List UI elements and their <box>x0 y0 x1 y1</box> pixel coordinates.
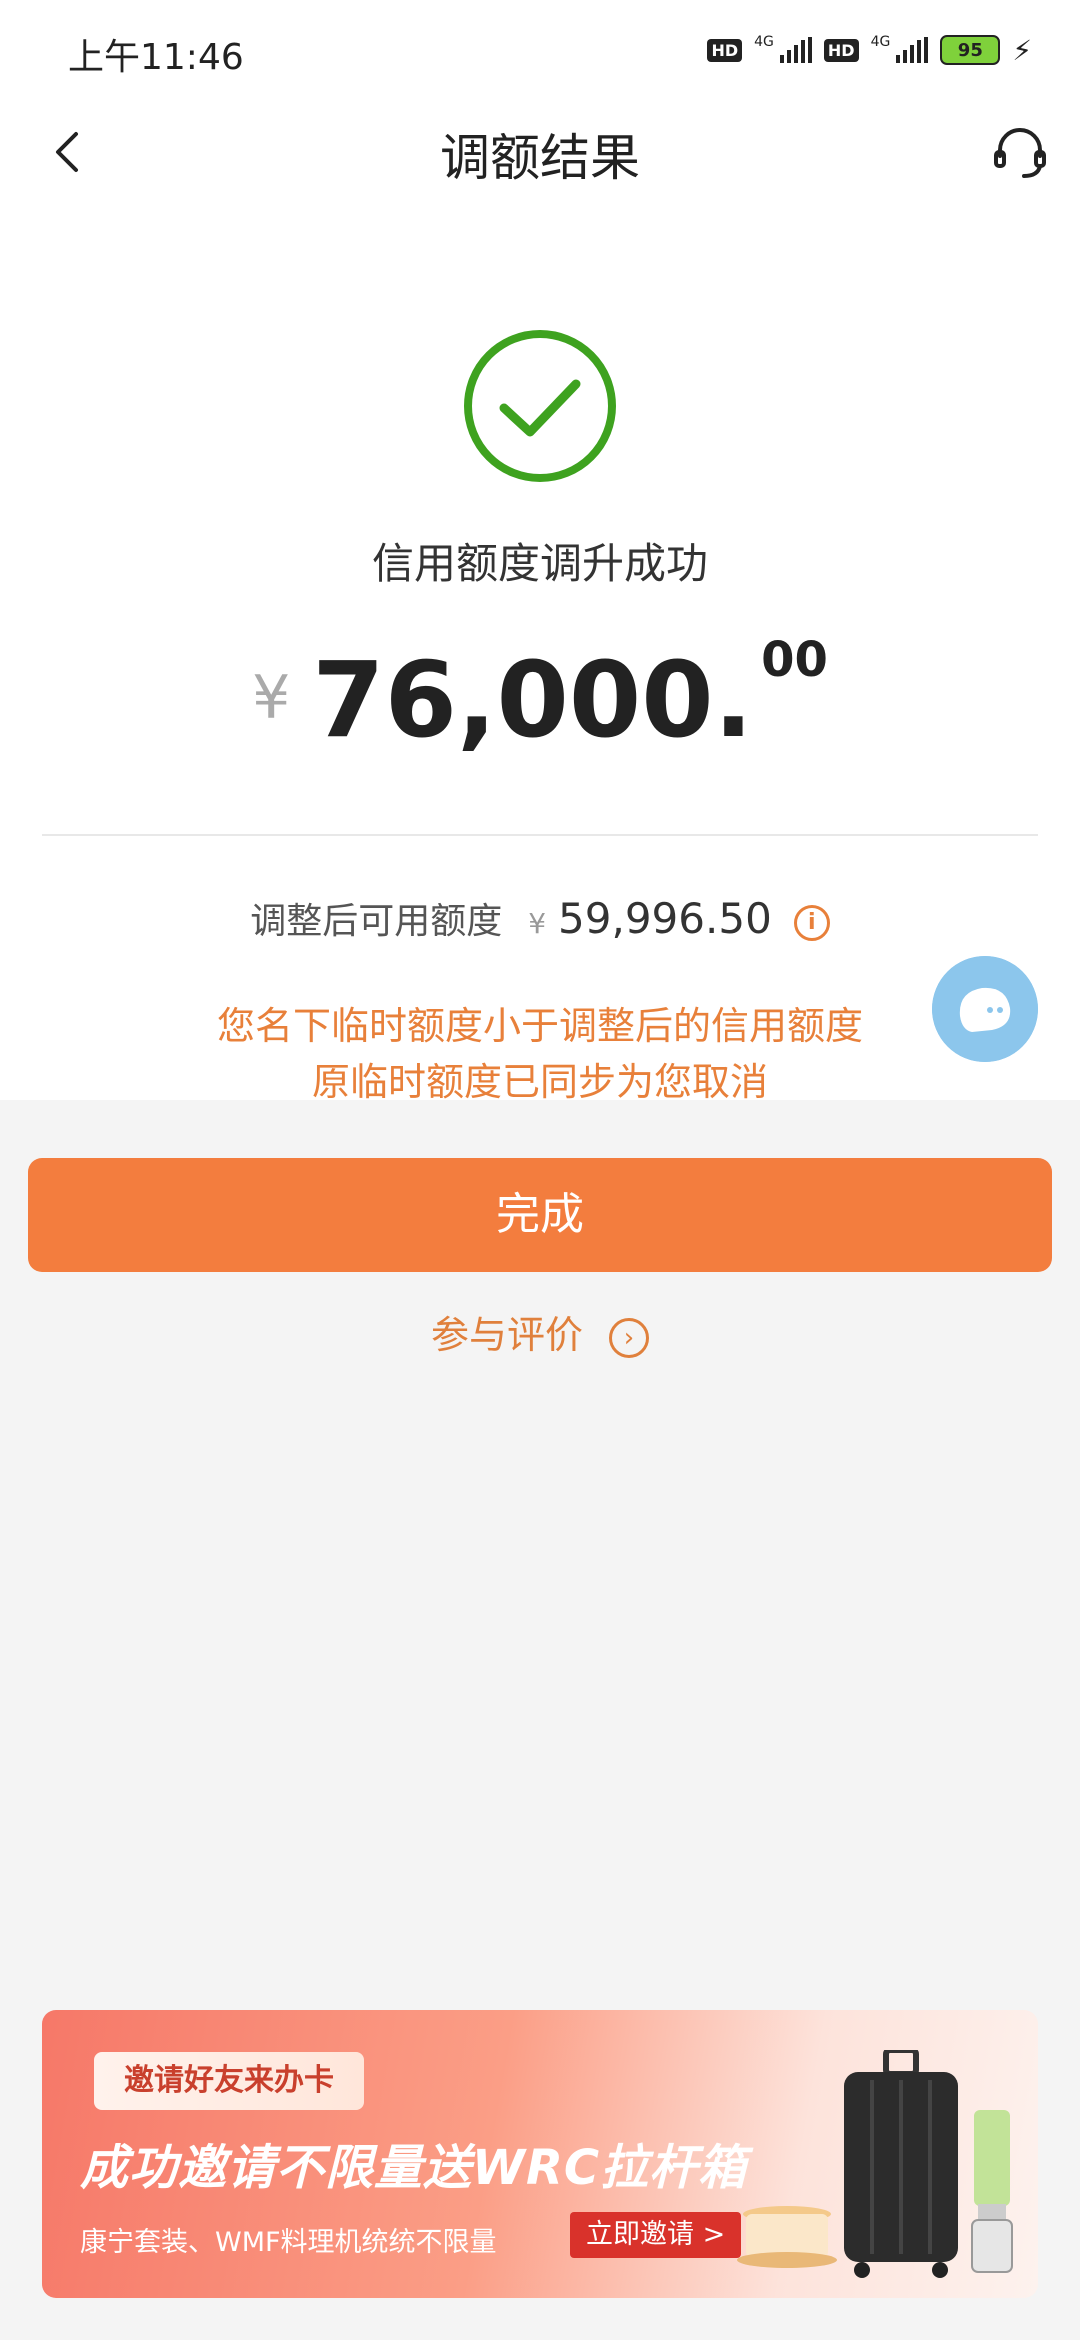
charging-icon: ⚡ <box>1012 33 1032 67</box>
done-button[interactable]: 完成 <box>28 1158 1052 1272</box>
invite-button[interactable]: 立即邀请 > <box>570 2212 742 2258</box>
banner-headline: 成功邀请不限量送WRC拉杆箱 <box>80 2140 748 2196</box>
cookware-icon <box>737 2206 837 2268</box>
currency-symbol: ¥ <box>252 663 291 733</box>
hd-badge: HD <box>823 38 859 62</box>
available-credit-row: 调整后可用额度 ¥59,996.50 i <box>0 892 1080 944</box>
status-time: 上午11:46 <box>68 37 244 78</box>
status-bar: 上午11:46 HD 4G HD 4G 95 ⚡ <box>0 0 1080 90</box>
credit-amount: ¥76,000. 00 <box>0 632 1080 761</box>
nav-bar: 调额结果 <box>0 90 1080 214</box>
info-icon[interactable]: i <box>793 905 830 941</box>
chat-assistant-icon[interactable] <box>932 956 1038 1062</box>
chevron-right-icon: › <box>609 1318 649 1358</box>
promo-banner[interactable]: 邀请好友来办卡 成功邀请不限量送WRC拉杆箱 康宁套装、WMF料理机统统不限量 … <box>42 2010 1038 2298</box>
hd-badge: HD <box>707 38 743 62</box>
suitcase-icon <box>844 2050 958 2278</box>
blender-icon <box>971 2110 1013 2273</box>
check-circle-icon <box>464 330 616 482</box>
available-label: 调整后可用额度 <box>250 901 503 942</box>
status-icons: HD 4G HD 4G 95 ⚡ <box>707 30 1032 70</box>
signal-icon <box>779 37 812 63</box>
banner-subtext: 康宁套装、WMF料理机统统不限量 <box>80 2227 497 2258</box>
network-type: 4G <box>870 34 891 50</box>
rate-label: 参与评价 <box>430 1313 583 1357</box>
result-status-text: 信用额度调升成功 <box>371 539 708 588</box>
banner-tag: 邀请好友来办卡 <box>94 2052 364 2110</box>
notice-text: 您名下临时额度小于调整后的信用额度 原临时额度已同步为您取消 <box>0 998 1080 1110</box>
notice-line: 原临时额度已同步为您取消 <box>311 1060 768 1104</box>
amount-integer: 76,000. <box>312 639 754 761</box>
network-type: 4G <box>754 34 774 50</box>
battery-icon: 95 <box>940 35 1001 65</box>
available-currency: ¥ <box>528 907 547 940</box>
result-card: 信用额度调升成功 ¥76,000. 00 调整后可用额度 ¥59,996.50 i 您… <box>0 212 1080 1104</box>
notice-line: 您名下临时额度小于调整后的信用额度 <box>216 1004 863 1048</box>
divider <box>42 834 1038 836</box>
amount-decimal: 00 <box>761 632 828 688</box>
available-value: 59,996.50 <box>558 894 772 943</box>
page-title: 调额结果 <box>440 129 640 187</box>
signal-icon <box>896 37 929 63</box>
headset-icon[interactable] <box>988 120 1052 184</box>
rate-link[interactable]: 参与评价 › <box>0 1304 1080 1359</box>
